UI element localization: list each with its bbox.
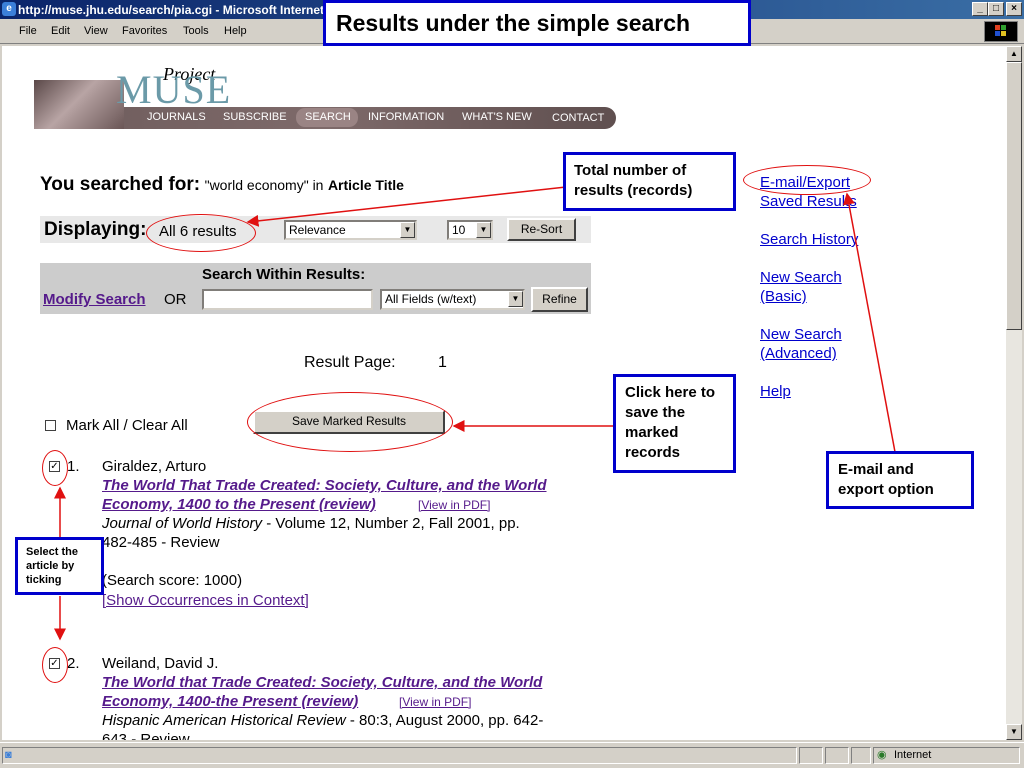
email-export-callout: E-mail and export option (826, 451, 974, 509)
select-article-callout: Select the article by ticking (15, 537, 104, 595)
save-marked-callout: Click here to save the marked records (613, 374, 736, 473)
total-results-callout: Total number of results (records) (563, 152, 736, 211)
header-callout: Results under the simple search (323, 0, 751, 46)
annotation-arrows (54, 186, 896, 641)
